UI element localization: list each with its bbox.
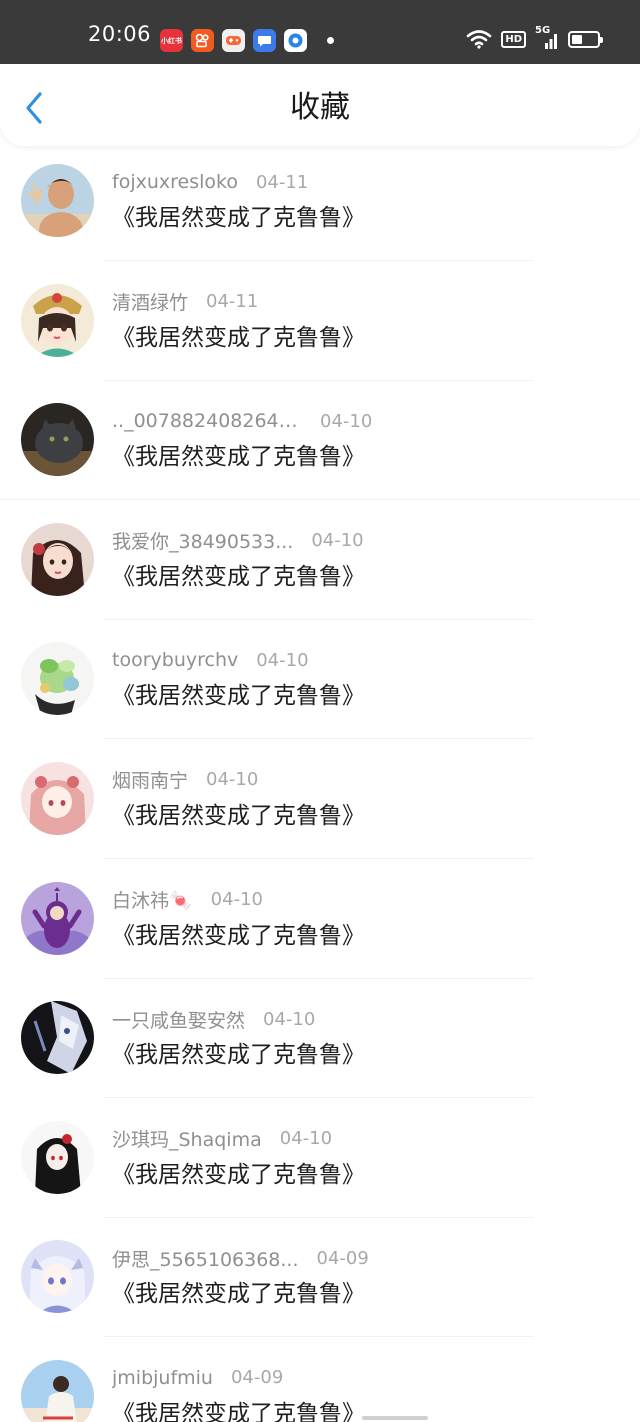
username[interactable]: fojxuxresloko: [112, 171, 238, 193]
home-indicator[interactable]: [362, 1416, 428, 1420]
date: 04-09: [230, 1367, 284, 1389]
date: 04-09: [316, 1247, 369, 1269]
book-title[interactable]: 《我居然变成了克鲁鲁》: [112, 1398, 365, 1422]
book-title[interactable]: 《我居然变成了克鲁鲁》: [112, 1278, 365, 1310]
page-title: 收藏: [290, 90, 350, 125]
username[interactable]: jmibjufmiu: [112, 1367, 213, 1389]
list-item[interactable]: jmibjufmiu 04-09 《我居然变成了克鲁鲁》: [0, 1344, 640, 1422]
favorites-list: fojxuxresloko 04-11 《我居然变成了克鲁鲁》 清酒绿竹 04-…: [0, 148, 640, 1422]
book-title[interactable]: 《我居然变成了克鲁鲁》: [112, 561, 365, 593]
list-item[interactable]: 我爱你_38490533... 04-10 《我居然变成了克鲁鲁》: [0, 507, 640, 627]
signal-icon: 5G: [535, 25, 559, 50]
navigation-bar: 收藏: [0, 64, 640, 146]
xiaohongshu-icon: 小红书: [160, 29, 183, 52]
date: 04-10: [206, 769, 259, 791]
system-icons: HD 5G: [466, 25, 603, 50]
divider: [104, 1336, 534, 1338]
username[interactable]: 烟雨南宁: [112, 766, 188, 793]
date: 04-10: [256, 649, 309, 671]
list-item[interactable]: 伊思_5565106368... 04-09 《我居然变成了克鲁鲁》: [0, 1224, 640, 1344]
username[interactable]: 清酒绿竹: [112, 288, 188, 315]
book-title[interactable]: 《我居然变成了克鲁鲁》: [112, 202, 365, 234]
date: 04-11: [255, 171, 309, 193]
username[interactable]: 沙琪玛_Shaqima: [112, 1125, 262, 1152]
list-item[interactable]: 清酒绿竹 04-11 《我居然变成了克鲁鲁》: [0, 268, 640, 388]
divider: [104, 1097, 534, 1099]
list-item[interactable]: toorybuyrchv 04-10 《我居然变成了克鲁鲁》: [0, 626, 640, 746]
divider: [104, 977, 534, 979]
battery-icon: [568, 30, 603, 48]
avatar[interactable]: [21, 283, 94, 357]
avatar[interactable]: [21, 403, 94, 477]
username[interactable]: toorybuyrchv: [112, 649, 238, 671]
divider: [104, 260, 534, 261]
divider: [0, 499, 640, 501]
book-title[interactable]: 《我居然变成了克鲁鲁》: [112, 1159, 365, 1191]
avatar[interactable]: [21, 522, 94, 596]
book-title[interactable]: 《我居然变成了克鲁鲁》: [112, 920, 365, 952]
date: 04-10: [320, 410, 373, 432]
divider: [104, 1216, 534, 1218]
date: 04-10: [210, 889, 263, 911]
kuaishou-icon: [191, 29, 214, 52]
book-title[interactable]: 《我居然变成了克鲁鲁》: [112, 441, 365, 473]
date: 04-10: [263, 1008, 316, 1030]
username[interactable]: 白沐祎🍬: [112, 886, 193, 913]
avatar[interactable]: [21, 1120, 94, 1194]
book-title[interactable]: 《我居然变成了克鲁鲁》: [112, 800, 365, 832]
username[interactable]: .._0078824082644...: [112, 410, 302, 432]
divider: [104, 738, 534, 740]
username[interactable]: 伊思_5565106368...: [112, 1245, 299, 1272]
list-item[interactable]: 烟雨南宁 04-10 《我居然变成了克鲁鲁》: [0, 746, 640, 866]
book-title[interactable]: 《我居然变成了克鲁鲁》: [112, 1039, 365, 1071]
list-item[interactable]: 一只咸鱼娶安然 04-10 《我居然变成了克鲁鲁》: [0, 985, 640, 1105]
app-store-icon: [284, 29, 307, 52]
date: 04-10: [311, 530, 364, 552]
date: 04-10: [279, 1128, 333, 1150]
divider: [104, 379, 534, 381]
avatar[interactable]: [21, 761, 94, 835]
book-title[interactable]: 《我居然变成了克鲁鲁》: [112, 322, 365, 354]
book-title[interactable]: 《我居然变成了克鲁鲁》: [112, 680, 365, 712]
username[interactable]: 我爱你_38490533...: [112, 527, 293, 554]
list-item[interactable]: fojxuxresloko 04-11 《我居然变成了克鲁鲁》: [0, 148, 640, 268]
avatar[interactable]: [21, 164, 94, 237]
list-item[interactable]: 白沐祎🍬 04-10 《我居然变成了克鲁鲁》: [0, 866, 640, 986]
avatar[interactable]: [21, 1240, 94, 1314]
game-center-icon: [222, 29, 245, 52]
avatar[interactable]: [21, 1359, 94, 1422]
hd-badge: HD: [501, 30, 526, 48]
status-bar: 20:06 小红书 HD 5G: [0, 0, 640, 64]
divider: [104, 618, 534, 620]
list-item[interactable]: 沙琪玛_Shaqima 04-10 《我居然变成了克鲁鲁》: [0, 1105, 640, 1225]
wifi-icon: [467, 30, 492, 49]
date: 04-11: [206, 291, 259, 313]
notification-icons: 小红书: [160, 29, 334, 52]
status-time: 20:06: [88, 22, 152, 46]
list-item[interactable]: .._0078824082644... 04-10 《我居然变成了克鲁鲁》: [0, 387, 640, 507]
message-icon: [253, 29, 276, 52]
more-notifications-dot: [327, 37, 334, 44]
username[interactable]: 一只咸鱼娶安然: [112, 1006, 245, 1033]
avatar[interactable]: [21, 881, 94, 955]
divider: [104, 857, 534, 859]
avatar[interactable]: [21, 1001, 94, 1075]
avatar[interactable]: [21, 642, 94, 716]
